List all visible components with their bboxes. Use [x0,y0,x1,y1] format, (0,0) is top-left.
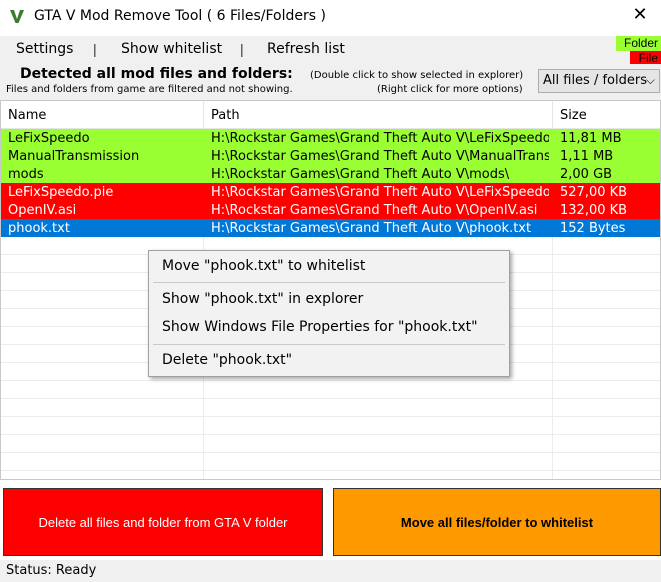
hint-double-click: (Double click to show selected in explor… [310,70,524,81]
cell-path: H:\Rockstar Games\Grand Theft Auto V\Man… [211,149,549,164]
filtered-note: Files and folders from game are filtered… [6,84,293,95]
filter-selected-value: All files / folders [543,73,647,88]
table-row[interactable]: LeFixSpeedo.pie H:\Rockstar Games\Grand T… [1,183,660,201]
cell-size: 527,00 KB [560,185,628,200]
menu-refresh-list[interactable]: Refresh list [267,41,345,57]
cell-size: 1,11 MB [560,149,614,164]
cell-path: H:\Rockstar Games\Grand Theft Auto V\mod… [211,167,510,182]
cell-name: LeFixSpeedo [8,131,90,146]
delete-all-button[interactable]: Delete all files and folder from GTA V f… [3,488,323,556]
cell-name: phook.txt [8,221,70,236]
chevron-down-icon: ⌵ [645,73,655,87]
cell-size: 152 Bytes [560,221,626,236]
cell-path: H:\Rockstar Games\Grand Theft Auto V\Ope… [211,203,538,218]
cell-name: LeFixSpeedo.pie [8,185,114,200]
table-row[interactable]: mods H:\Rockstar Games\Grand Theft Auto V… [1,165,660,183]
status-bar: Status: Ready [0,560,661,582]
grid-line [1,398,660,399]
ctx-show-in-explorer[interactable]: Show "phook.txt" in explorer [162,291,363,307]
status-text: Status: Ready [6,563,97,578]
column-divider[interactable] [552,101,553,129]
grid-line [1,380,660,381]
menu-separator: | [93,41,97,57]
grid-line [1,434,660,435]
column-header-path[interactable]: Path [211,108,240,123]
ctx-separator [153,282,505,283]
table-row[interactable]: ManualTransmission H:\Rockstar Games\Gran… [1,147,660,165]
filter-dropdown[interactable]: All files / folders ⌵ [538,69,660,93]
hint-right-click: (Right click for more options) [377,84,523,95]
menu-show-whitelist[interactable]: Show whitelist [121,41,222,57]
context-menu: Move "phook.txt" to whitelist Show "phoo… [148,250,510,377]
menu-bar: Settings | Show whitelist | Refresh list [0,36,661,64]
legend-folder: Folder [616,36,661,51]
table-row[interactable]: OpenIV.asi H:\Rockstar Games\Grand Theft … [1,201,660,219]
menu-settings[interactable]: Settings [16,41,73,57]
grid-line [1,470,660,471]
column-divider[interactable] [203,101,204,129]
cell-path: H:\Rockstar Games\Grand Theft Auto V\LeF… [211,131,549,146]
grid-line [1,416,660,417]
cell-path: H:\Rockstar Games\Grand Theft Auto V\LeF… [211,185,549,200]
title-bar: GTA V Mod Remove Tool ( 6 Files/Folders … [0,0,661,34]
table-row[interactable]: phook.txt H:\Rockstar Games\Grand Theft A… [1,219,660,237]
cell-size: 11,81 MB [560,131,622,146]
table-row[interactable]: LeFixSpeedo H:\Rockstar Games\Grand Theft… [1,129,660,147]
close-button[interactable]: ✕ [629,4,651,26]
ctx-separator [153,344,505,345]
column-headers: Name Path Size [1,101,660,129]
detected-title: Detected all mod files and folders: [20,66,293,82]
cell-path: H:\Rockstar Games\Grand Theft Auto V\pho… [211,221,532,236]
cell-name: mods [8,167,44,182]
cell-name: OpenIV.asi [8,203,77,218]
column-header-size[interactable]: Size [560,108,587,123]
ctx-move-to-whitelist[interactable]: Move "phook.txt" to whitelist [162,258,365,274]
app-logo-icon [10,10,24,23]
move-all-to-whitelist-button[interactable]: Move all files/folder to whitelist [333,488,661,556]
menu-separator: | [240,41,244,57]
window-title: GTA V Mod Remove Tool ( 6 Files/Folders … [34,8,326,24]
column-header-name[interactable]: Name [8,108,46,123]
ctx-show-properties[interactable]: Show Windows File Properties for "phook.… [162,319,478,335]
grid-line [1,452,660,453]
cell-name: ManualTransmission [8,149,140,164]
cell-size: 2,00 GB [560,167,613,182]
ctx-delete[interactable]: Delete "phook.txt" [162,352,292,368]
cell-size: 132,00 KB [560,203,628,218]
